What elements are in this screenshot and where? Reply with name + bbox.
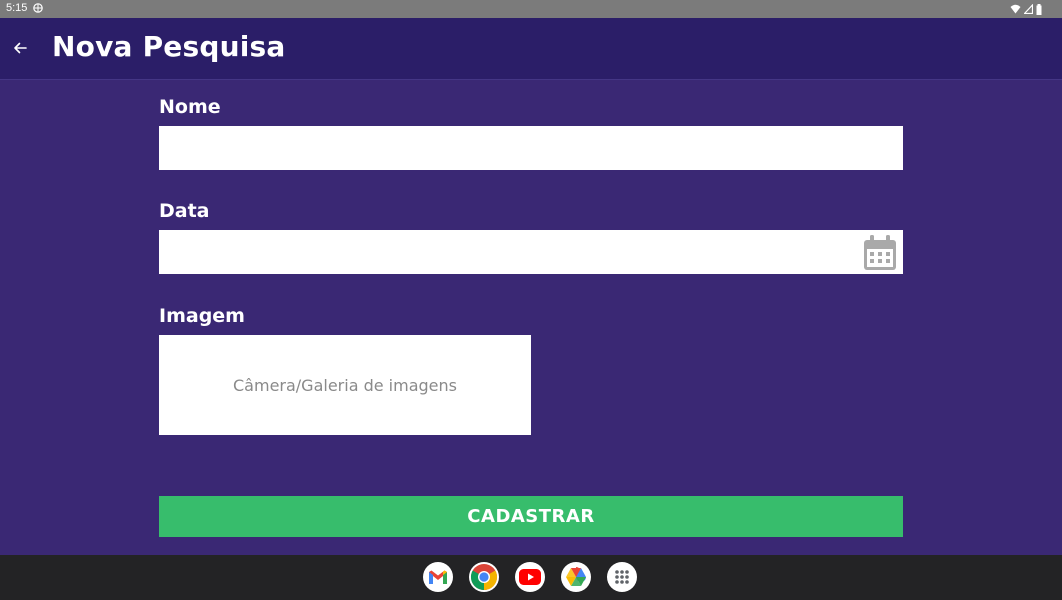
photos-icon[interactable] [561, 562, 591, 592]
name-input[interactable] [159, 126, 903, 170]
signal-icon [1024, 4, 1033, 14]
battery-icon [1036, 3, 1042, 15]
status-time: 5:15 [6, 2, 28, 14]
screen: 5:15 Nova Pesquisa Nome Data Imagem Câme… [0, 0, 1062, 600]
name-label: Nome [159, 96, 221, 118]
vpn-icon [33, 3, 43, 13]
date-input[interactable] [159, 230, 903, 274]
date-label: Data [159, 200, 210, 222]
status-bar: 5:15 [0, 0, 1062, 18]
image-picker-text: Câmera/Galeria de imagens [233, 375, 457, 395]
wifi-icon [1010, 4, 1021, 14]
image-picker[interactable]: Câmera/Galeria de imagens [159, 335, 531, 435]
youtube-icon[interactable] [515, 562, 545, 592]
submit-button[interactable]: CADASTRAR [159, 496, 903, 537]
arrow-back-icon[interactable] [8, 36, 32, 60]
app-drawer-icon[interactable] [607, 562, 637, 592]
status-icons [1010, 3, 1042, 15]
image-label: Imagem [159, 305, 245, 327]
chrome-icon[interactable] [469, 562, 499, 592]
calendar-icon[interactable] [862, 234, 898, 272]
page-title: Nova Pesquisa [52, 30, 286, 63]
gmail-icon[interactable] [423, 562, 453, 592]
taskbar-dock [0, 555, 1062, 600]
app-bar: Nova Pesquisa [0, 18, 1062, 80]
